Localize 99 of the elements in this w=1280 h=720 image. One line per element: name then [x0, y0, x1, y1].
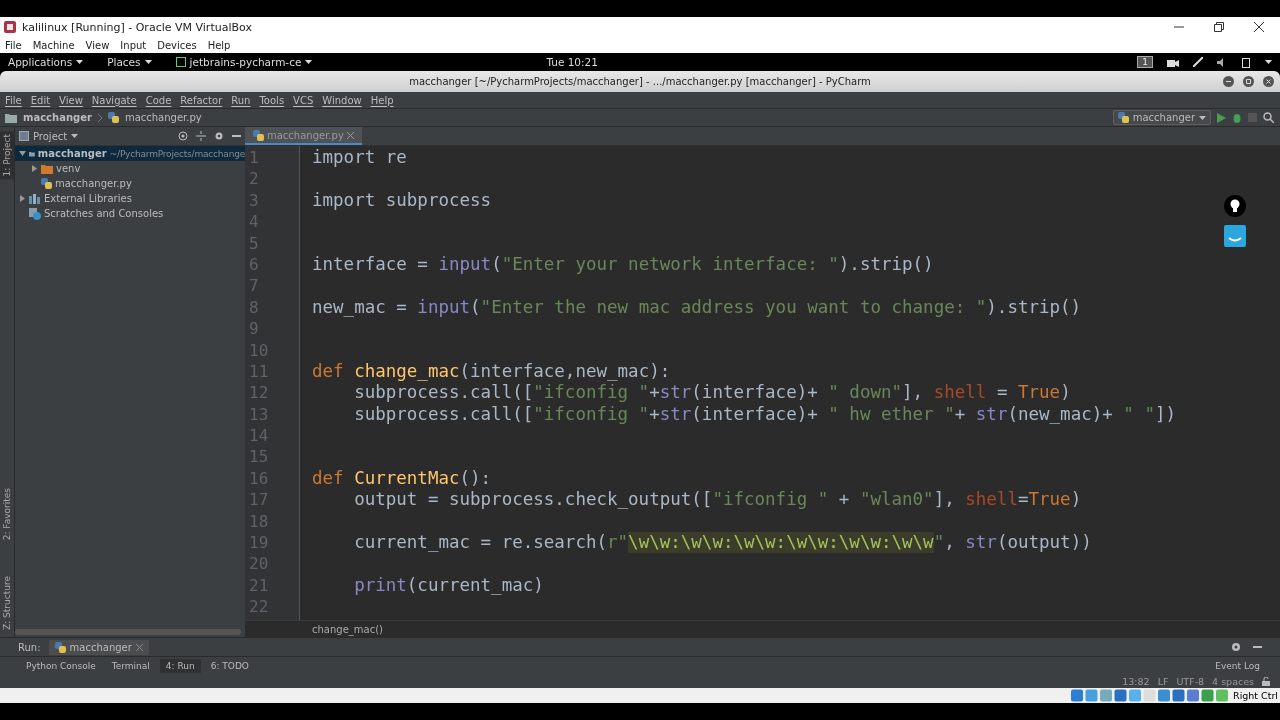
code-line: new_mac = input("Enter the new mac address you want to change: ").strip() [312, 296, 1082, 319]
side-tab[interactable]: 2: Favorites [0, 484, 14, 544]
tree-item[interactable]: macchanger.py [15, 176, 245, 191]
menu-item[interactable]: File [5, 39, 22, 51]
menu-item[interactable]: View [85, 39, 110, 51]
menu-item[interactable]: Help [370, 94, 394, 106]
workspace-indicator[interactable]: 1 [1137, 56, 1153, 68]
python-file-icon [1117, 112, 1129, 123]
side-tab[interactable]: Z: Structure [0, 573, 14, 633]
tree-item[interactable]: venv [15, 161, 245, 176]
code-line: subprocess.call(["ifconfig "+str(interface)+ " down"], shell = True) [354, 382, 1071, 404]
panel-title[interactable]: Project [33, 130, 68, 142]
encoding[interactable]: UTF-8 [1176, 676, 1205, 687]
menu-item[interactable]: Window [322, 94, 362, 106]
pen-icon[interactable] [1193, 57, 1203, 67]
code-line: print(current_mac) [354, 574, 544, 597]
code-line: interface = input("Enter your network interface: ").strip() [312, 253, 934, 276]
python-file-icon [253, 129, 264, 141]
menu-item[interactable]: Refactor [180, 94, 223, 106]
collapsed-arrow-icon[interactable] [31, 165, 38, 172]
menu-item[interactable]: Navigate [91, 94, 137, 106]
caret-icon [305, 60, 313, 64]
panel-menu[interactable]: Applications [8, 56, 84, 68]
line-separator[interactable]: LF [1157, 676, 1169, 687]
event-log[interactable]: Event Log [1215, 661, 1260, 671]
avatar-icon[interactable] [1224, 225, 1246, 247]
menu-item[interactable]: Edit [30, 94, 51, 106]
menu-item[interactable]: Tools [259, 94, 285, 106]
app-icon [4, 21, 16, 33]
caret-icon [71, 134, 79, 138]
caret-icon [1199, 115, 1206, 120]
code-line: output = subprocess.check_output(["ifconfig " + "wlan0"], shell=True) [354, 489, 1082, 511]
camera-icon[interactable] [1167, 57, 1179, 67]
close-icon[interactable] [1254, 22, 1264, 32]
code-line: import re [312, 147, 407, 169]
caret-icon [1265, 60, 1272, 64]
folder-icon [41, 163, 53, 174]
side-tab[interactable]: 1: Project [0, 131, 14, 180]
menu-item[interactable]: File [5, 94, 22, 106]
code-line: def CurrentMac(): [312, 467, 492, 490]
menu-item[interactable]: Machine [32, 39, 75, 51]
code-line: def change_mac(interface,new_mac): [312, 360, 671, 383]
scrollbar[interactable] [15, 629, 241, 635]
lightbulb-icon[interactable] [1224, 195, 1246, 217]
code-line: current_mac = re.search(r"\w\w:\w\w:\w\w:\w\w:\w\w:\w\w", str(output)) [354, 532, 1092, 554]
folder-icon [5, 112, 17, 123]
tool-window-tab[interactable]: Terminal [105, 659, 156, 673]
window-title: macchanger [~/PycharmProjects/macchanger] - .../macchanger.py [macchanger] - PyCharm [409, 76, 871, 87]
run-tab[interactable]: macchanger [48, 639, 149, 655]
menu-item[interactable]: View [59, 94, 83, 106]
target-icon[interactable] [178, 131, 188, 141]
tree-item[interactable]: Scratches and Consoles [15, 206, 245, 221]
tool-window-tab[interactable]: 6: TODO [204, 659, 255, 673]
breadcrumb-item[interactable]: macchanger [23, 112, 92, 123]
code-line: subprocess.call(["ifconfig "+str(interface)+ " hw ether "+ str(new_mac)+ " "]) [354, 403, 1176, 426]
lock-icon[interactable] [1262, 677, 1270, 686]
expanded-arrow-icon[interactable] [19, 150, 26, 157]
maximize-icon[interactable] [1243, 76, 1254, 87]
code-line: import subprocess [312, 189, 492, 212]
python-file-icon [54, 641, 66, 653]
scratch-icon [29, 207, 41, 220]
run-label: Run: [18, 641, 41, 653]
tree-item[interactable]: macchanger ~/PycharmProjects/macchange [15, 146, 245, 161]
host-key: Right Ctrl [1233, 690, 1278, 701]
panel-menu[interactable]: Places [107, 56, 152, 68]
close-icon[interactable] [1263, 76, 1274, 87]
panel-menu[interactable]: jetbrains-pycharm-ce [175, 56, 313, 68]
menu-item[interactable]: Help [207, 39, 231, 51]
clock[interactable]: Tue 10:21 [546, 56, 598, 68]
chevron-icon [97, 113, 102, 122]
restore-icon[interactable] [1214, 22, 1224, 32]
collapse-icon[interactable] [196, 131, 206, 141]
menu-item[interactable]: VCS [293, 94, 314, 106]
collapsed-arrow-icon[interactable] [19, 195, 26, 202]
window-title: kalilinux [Running] - Oracle VM VirtualBox [22, 20, 252, 34]
library-icon [29, 193, 41, 204]
menu-item[interactable]: Code [145, 94, 172, 106]
caret-icon [76, 60, 84, 64]
terminal-icon [175, 57, 186, 67]
menu-item[interactable]: Devices [157, 39, 197, 51]
search-icon[interactable] [1263, 112, 1274, 123]
caret-position[interactable]: 13:82 [1122, 676, 1150, 687]
breadcrumb-item[interactable]: macchanger.py [124, 112, 202, 123]
python-file-icon [41, 178, 52, 189]
run-icon[interactable] [1217, 112, 1226, 123]
menu-item[interactable]: Run [231, 94, 251, 106]
indent-setting[interactable]: 4 spaces [1212, 676, 1254, 687]
tool-window-tab[interactable]: Python Console [20, 659, 102, 673]
caret-icon [144, 60, 152, 64]
python-file-icon [107, 112, 119, 123]
tool-window-tab[interactable]: 4: Run [159, 659, 201, 673]
settings-icon[interactable] [1231, 642, 1241, 652]
minimize-icon[interactable] [1223, 76, 1234, 87]
menu-item[interactable]: Input [120, 39, 147, 51]
project-icon [19, 131, 29, 141]
settings-icon[interactable] [214, 131, 224, 141]
tree-item[interactable]: External Libraries [15, 191, 245, 206]
breadcrumb-item[interactable]: change_mac() [312, 623, 383, 635]
run-configuration-dropdown[interactable]: macchanger [1112, 110, 1211, 125]
